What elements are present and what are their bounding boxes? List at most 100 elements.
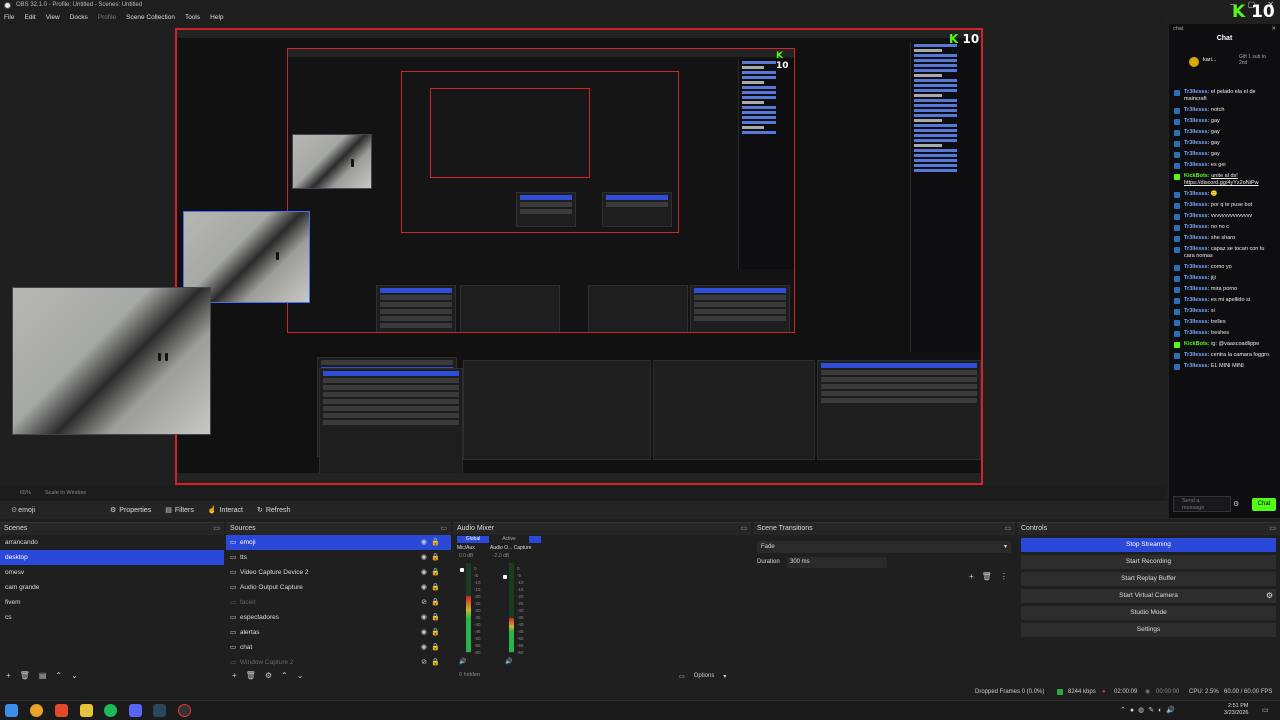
start-recording-button[interactable]: Start Recording: [1021, 555, 1276, 569]
duration-input[interactable]: 300 ms: [787, 557, 887, 568]
scene-item[interactable]: cam grande: [0, 580, 224, 595]
dock-menu-icon[interactable]: ▭: [1004, 523, 1011, 535]
notification-icon[interactable]: ▭: [1262, 706, 1269, 714]
menu-docks[interactable]: Docks: [70, 11, 88, 24]
lock-icon[interactable]: 🔒: [431, 535, 440, 550]
lock-icon[interactable]: 🔒: [431, 595, 440, 610]
source-item[interactable]: ▭ Audio Output Capture ◉ 🔒: [226, 580, 451, 595]
obs-taskbar-icon[interactable]: [178, 704, 191, 717]
source-item[interactable]: ▭ chat ◉ 🔒: [226, 640, 451, 655]
start-icon[interactable]: [5, 704, 18, 717]
chat-username[interactable]: Tr3llesss:: [1184, 235, 1209, 241]
visibility-icon[interactable]: ◉: [421, 550, 427, 565]
scale-mode[interactable]: Scale to Window: [45, 486, 86, 500]
chat-username[interactable]: Tr3llesss:: [1184, 246, 1209, 252]
menu-edit[interactable]: Edit: [24, 11, 35, 24]
gear-icon[interactable]: ⚙: [1233, 500, 1239, 508]
refresh-button[interactable]: ↻ Refresh: [254, 503, 293, 517]
close-icon[interactable]: ✕: [1271, 24, 1276, 35]
lock-icon[interactable]: 🔒: [431, 550, 440, 565]
chat-username[interactable]: Tr3llesss:: [1184, 213, 1209, 219]
source-item[interactable]: ▭ Video Capture Device 2 ◉ 🔒: [226, 565, 451, 580]
filters-button[interactable]: ▤ Filters: [162, 503, 197, 517]
visibility-icon[interactable]: ⊘: [421, 655, 427, 670]
chat-username[interactable]: Tr3llesss:: [1184, 191, 1209, 197]
tray-icons[interactable]: ⌃●◍✎◐🔊: [1120, 706, 1179, 714]
visibility-icon[interactable]: ◉: [421, 580, 427, 595]
settings-button[interactable]: Settings: [1021, 623, 1276, 637]
chat-username[interactable]: KickBots:: [1184, 173, 1210, 179]
chat-username[interactable]: Tr3llesss:: [1184, 89, 1209, 95]
channel-2-fader[interactable]: [503, 575, 507, 579]
scene-item[interactable]: arrancando: [0, 535, 224, 550]
transition-select[interactable]: Fade ▾: [757, 541, 1011, 553]
channel-1-mute-icon[interactable]: 🔊: [459, 658, 466, 665]
filter-icon[interactable]: ▤: [39, 671, 47, 680]
scene-item[interactable]: desktop: [0, 550, 224, 565]
tab-active[interactable]: Active: [489, 536, 529, 543]
visibility-icon[interactable]: ◉: [421, 625, 427, 640]
scene-item[interactable]: fivem: [0, 595, 224, 610]
chat-username[interactable]: Tr3llesss:: [1184, 140, 1209, 146]
properties-button[interactable]: ⚙ Properties: [107, 503, 154, 517]
menu-file[interactable]: File: [4, 11, 14, 24]
chat-username[interactable]: Tr3llesss:: [1184, 264, 1209, 270]
add-icon[interactable]: +: [969, 572, 974, 581]
source-item[interactable]: ▭ emoji ◉ 🔒: [226, 535, 451, 550]
start-virtual-camera-button[interactable]: Start Virtual Camera ⚙: [1021, 589, 1276, 603]
chrome-icon[interactable]: [30, 704, 43, 717]
visibility-icon[interactable]: ⊘: [421, 595, 427, 610]
chat-username[interactable]: Tr3llesss:: [1184, 224, 1209, 230]
options-button[interactable]: Options: [694, 673, 715, 680]
tab-global[interactable]: Global: [457, 536, 489, 543]
menu-tools[interactable]: Tools: [185, 11, 200, 24]
chat-username[interactable]: Tr3llesss:: [1184, 330, 1209, 336]
lock-icon[interactable]: 🔒: [431, 640, 440, 655]
chat-username[interactable]: Tr3llesss:: [1184, 286, 1209, 292]
visibility-icon[interactable]: ◉: [421, 640, 427, 655]
dock-menu-icon[interactable]: ▭: [1269, 523, 1276, 535]
down-icon[interactable]: ⌄: [297, 671, 304, 680]
trash-icon[interactable]: 🗑: [982, 572, 992, 581]
interact-button[interactable]: ☝ Interact: [205, 503, 246, 517]
chat-username[interactable]: Tr3llesss:: [1184, 363, 1209, 369]
chat-input[interactable]: Send a message: [1173, 496, 1231, 512]
source-item[interactable]: ▭ espectadores ◉ 🔒: [226, 610, 451, 625]
folder-icon[interactable]: [80, 704, 93, 717]
scene-item[interactable]: omesv: [0, 565, 224, 580]
lock-icon[interactable]: 🔒: [431, 565, 440, 580]
layout-icon[interactable]: ▭: [679, 673, 685, 680]
lock-icon[interactable]: 🔒: [431, 610, 440, 625]
chat-username[interactable]: Tr3llesss:: [1184, 162, 1209, 168]
discord-icon[interactable]: [129, 704, 142, 717]
dock-menu-icon[interactable]: ▭: [740, 523, 747, 535]
gear-icon[interactable]: ⚙: [1266, 589, 1273, 603]
dock-menu-icon[interactable]: ▭: [440, 523, 447, 535]
steam-icon[interactable]: [153, 704, 166, 717]
preview-canvas[interactable]: K 10 K 10: [175, 28, 983, 485]
chat-username[interactable]: KickBots:: [1184, 341, 1210, 347]
more-icon[interactable]: ⋮: [1000, 572, 1008, 581]
source-item[interactable]: ▭ Window Capture 2 ⊘ 🔒: [226, 655, 451, 670]
start-replay-buffer-button[interactable]: Start Replay Buffer: [1021, 572, 1276, 586]
chat-username[interactable]: Tr3llesss:: [1184, 129, 1209, 135]
channel-1-fader[interactable]: [460, 568, 464, 572]
source-item[interactable]: ▭ tts ◉ 🔒: [226, 550, 451, 565]
visibility-icon[interactable]: ◉: [421, 535, 427, 550]
menu-view[interactable]: View: [46, 11, 60, 24]
chat-send-button[interactable]: Chat: [1252, 498, 1276, 511]
source-item[interactable]: ▭ faceit ⊘ 🔒: [226, 595, 451, 610]
chat-username[interactable]: Tr3llesss:: [1184, 319, 1209, 325]
down-icon[interactable]: ⌄: [71, 671, 78, 680]
chat-username[interactable]: Tr3llesss:: [1184, 308, 1209, 314]
channel-2-mute-icon[interactable]: 🔊: [505, 658, 512, 665]
chat-username[interactable]: Tr3llesss:: [1184, 275, 1209, 281]
trash-icon[interactable]: 🗑: [20, 671, 30, 680]
trash-icon[interactable]: 🗑: [246, 671, 256, 680]
lock-icon[interactable]: 🔒: [431, 580, 440, 595]
menu-help[interactable]: Help: [210, 11, 223, 24]
chat-username[interactable]: Tr3llesss:: [1184, 297, 1209, 303]
stop-streaming-button[interactable]: Stop Streaming: [1021, 538, 1276, 552]
chat-username[interactable]: Tr3llesss:: [1184, 151, 1209, 157]
menu-profile[interactable]: Profile: [98, 11, 116, 24]
